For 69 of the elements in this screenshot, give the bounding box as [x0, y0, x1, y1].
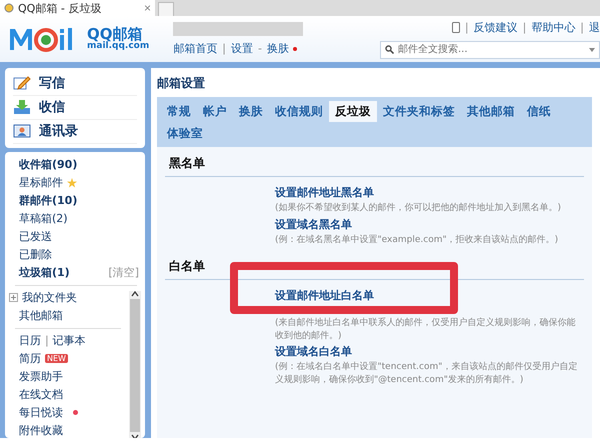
tool-link[interactable]: 发票助手 — [19, 369, 63, 384]
separator: | — [464, 20, 469, 34]
setting-description: (例：在域名黑名单中设置"example.com"，拒收来自该站点的邮件。) — [275, 234, 560, 246]
dropdown-caret-icon — [589, 48, 595, 52]
folder-link[interactable]: 草稿箱(2) — [19, 211, 68, 226]
setting-description: (例：在域名白名单中设置"tencent.com"，来自该站点的邮件仅受用户自定义规则影响，确保你收到"@tencent.com"发来的所有邮件。) — [275, 361, 578, 387]
folder-link[interactable]: 其他邮箱 — [19, 308, 63, 323]
pencil-icon — [13, 75, 31, 91]
site-favicon-icon — [4, 3, 14, 13]
settings-tab[interactable]: 信纸 — [521, 101, 557, 122]
logo-domain: mail.qq.com — [87, 42, 150, 51]
settings-tab[interactable]: 反垃圾 — [329, 101, 377, 122]
quick-action-link[interactable]: 收信 — [39, 98, 65, 116]
separator: | — [580, 20, 584, 34]
tool-link[interactable]: 记事本 — [52, 333, 86, 348]
download-tray-icon — [13, 99, 31, 115]
settings-tab[interactable]: 帐户 — [197, 101, 233, 122]
tool-link[interactable]: 每日悦读 — [19, 405, 63, 420]
folder-link[interactable]: 已发送 — [19, 229, 52, 244]
top-link[interactable]: 退 — [589, 20, 600, 34]
folder-link[interactable]: 星标邮件 — [19, 175, 63, 190]
contact-card-icon — [13, 123, 31, 139]
separator: | — [222, 42, 226, 55]
header-link[interactable]: 邮箱首页 — [173, 41, 218, 56]
folder-link[interactable]: 垃圾箱(1) — [19, 265, 70, 280]
expand-toggle-icon[interactable] — [9, 293, 18, 302]
settings-tab[interactable]: 换肤 — [233, 101, 269, 122]
header-link[interactable]: 换肤 — [266, 41, 289, 56]
tool-link[interactable]: 在线文档 — [19, 387, 63, 402]
folder-group-link[interactable]: 我的文件夹 — [22, 290, 77, 305]
logo-text: QQ邮箱 — [87, 27, 143, 42]
settings-tab[interactable]: 体验室 — [161, 123, 209, 144]
separator: | — [45, 334, 49, 347]
folder-link[interactable]: 收件箱(90) — [19, 157, 78, 172]
folder-link[interactable]: 已删除 — [19, 247, 52, 262]
tab-title: QQ邮箱 - 反垃圾 — [18, 0, 102, 16]
scroll-up-icon[interactable] — [131, 291, 139, 297]
separator: | — [522, 20, 526, 34]
setting-description: (如果你不希望收到某人的邮件，你可以把他的邮件地址加入到黑名单。) — [275, 202, 562, 215]
setting-link[interactable]: 设置域名黑名单 — [275, 218, 352, 231]
tool-link[interactable]: 附件收藏 — [19, 423, 63, 438]
header-link[interactable]: 设置 — [230, 41, 253, 56]
section-heading: 白名单 — [165, 250, 584, 280]
separator: - — [258, 42, 262, 55]
setting-description: (来自邮件地址白名单中联系人的邮件，仅受用户自定义规则影响，确保你能收到他的邮件。) — [275, 317, 577, 342]
search-icon — [385, 45, 394, 54]
settings-tab[interactable]: 文件夹和标签 — [377, 101, 461, 122]
quick-action-link[interactable]: 写信 — [39, 74, 65, 92]
settings-tab[interactable]: 收信规则 — [269, 101, 329, 122]
quick-action-link[interactable]: 通讯录 — [39, 122, 78, 140]
settings-tab[interactable]: 其他邮箱 — [461, 101, 521, 122]
setting-link[interactable]: 设置邮件地址白名单 — [275, 289, 374, 302]
notification-dot — [73, 410, 78, 415]
star-icon — [67, 178, 77, 188]
browser-tab[interactable]: QQ邮箱 - 反垃圾 × — [0, 0, 155, 16]
page-title: 邮箱设置 — [157, 75, 206, 92]
close-tab-button[interactable]: × — [144, 1, 151, 15]
phone-icon[interactable] — [452, 22, 460, 32]
new-badge: NEW — [45, 354, 68, 363]
top-link[interactable]: 帮助中心 — [531, 20, 576, 34]
section-heading: 黑名单 — [165, 147, 584, 177]
settings-tab[interactable]: 常规 — [161, 101, 197, 122]
scrollbar[interactable] — [129, 291, 141, 438]
setting-link[interactable]: 设置域名白名单 — [275, 345, 352, 358]
setting-link[interactable]: 设置邮件地址黑名单 — [275, 186, 374, 199]
top-link[interactable]: 反馈建议 — [474, 20, 518, 34]
folder-link[interactable]: 群邮件(10) — [19, 193, 78, 208]
tool-link[interactable]: 简历 — [19, 351, 41, 366]
tool-link[interactable]: 日历 — [19, 333, 41, 348]
